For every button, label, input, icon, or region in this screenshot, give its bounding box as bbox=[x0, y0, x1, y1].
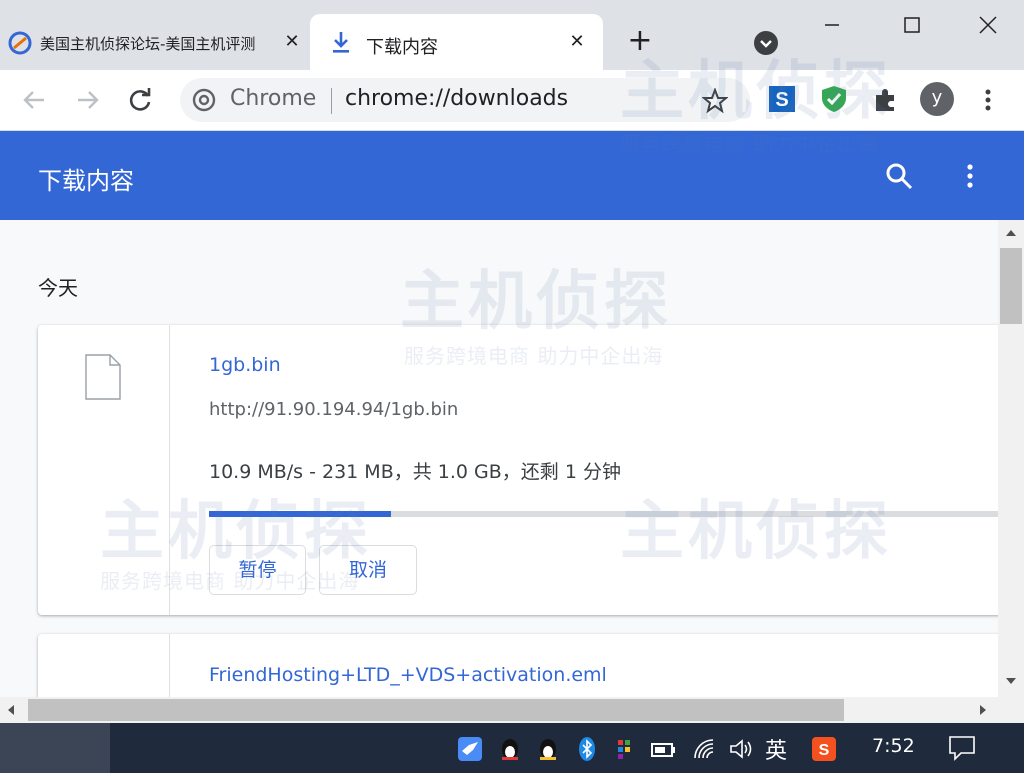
horizontal-scrollbar[interactable] bbox=[0, 697, 1024, 723]
qq-icon[interactable] bbox=[535, 736, 561, 762]
file-name-link[interactable]: FriendHosting+LTD_+VDS+activation.eml bbox=[209, 664, 607, 686]
page-title: 下载内容 bbox=[38, 167, 134, 195]
section-header: 今天 bbox=[38, 276, 78, 300]
notification-icon[interactable] bbox=[948, 735, 976, 761]
tab-strip: 美国主机侦探论坛-美国主机评测 ✕ 下载内容 ✕ + bbox=[0, 0, 1024, 70]
extension-s-icon[interactable]: S bbox=[768, 85, 796, 113]
file-icon bbox=[85, 354, 121, 400]
chrome-icon bbox=[192, 88, 216, 112]
search-icon[interactable] bbox=[884, 161, 914, 191]
scroll-left-icon[interactable] bbox=[2, 701, 20, 719]
window-close-icon[interactable] bbox=[968, 8, 1008, 42]
star-icon[interactable] bbox=[702, 88, 728, 114]
more-vert-icon[interactable] bbox=[978, 84, 998, 116]
progress-fill bbox=[209, 511, 391, 517]
browser-favicon-icon bbox=[8, 31, 32, 55]
avatar[interactable]: y bbox=[920, 82, 954, 116]
omnibox-separator bbox=[331, 88, 332, 114]
close-icon[interactable]: ✕ bbox=[278, 28, 306, 56]
file-name-link[interactable]: 1gb.bin bbox=[209, 354, 281, 376]
svg-text:S: S bbox=[775, 89, 788, 111]
scroll-right-icon[interactable] bbox=[974, 701, 992, 719]
bluetooth-icon[interactable] bbox=[574, 736, 600, 762]
scrollbar-thumb[interactable] bbox=[1000, 248, 1022, 324]
tab-forum[interactable]: 美国主机侦探论坛-美国主机评测 ✕ bbox=[0, 14, 305, 70]
close-icon[interactable]: ✕ bbox=[563, 28, 591, 56]
card-divider bbox=[169, 634, 170, 697]
cancel-button[interactable]: 取消 bbox=[319, 545, 417, 595]
scroll-down-icon[interactable] bbox=[998, 672, 1024, 690]
tab-search-icon[interactable] bbox=[754, 31, 778, 55]
download-icon bbox=[333, 32, 349, 53]
downloads-header: 下载内容 bbox=[0, 131, 1024, 220]
tab-title: 美国主机侦探论坛-美国主机评测 bbox=[40, 35, 256, 53]
omnibox-chip-label: Chrome bbox=[230, 86, 317, 111]
download-status: 10.9 MB/s - 231 MB，共 1.0 GB，还剩 1 分钟 bbox=[209, 461, 621, 483]
taskbar-app-button[interactable] bbox=[0, 723, 110, 773]
app-grid-icon[interactable] bbox=[612, 736, 638, 762]
clock[interactable]: 7:52 bbox=[872, 735, 915, 757]
scrollbar-thumb[interactable] bbox=[28, 699, 844, 721]
sogou-icon[interactable]: S bbox=[811, 736, 837, 762]
qq-icon[interactable] bbox=[497, 736, 523, 762]
omnibox[interactable]: Chrome chrome://downloads bbox=[180, 78, 750, 122]
forward-icon[interactable] bbox=[72, 84, 104, 116]
omnibox-url[interactable]: chrome://downloads bbox=[345, 86, 568, 111]
puzzle-icon[interactable] bbox=[872, 85, 900, 113]
volume-icon[interactable] bbox=[728, 736, 754, 762]
download-item: FriendHosting+LTD_+VDS+activation.eml bbox=[38, 634, 998, 697]
svg-text:S: S bbox=[819, 742, 830, 759]
bird-icon[interactable] bbox=[457, 736, 483, 762]
input-method-indicator[interactable]: 英 bbox=[765, 733, 787, 765]
download-item: 1gb.bin http://91.90.194.94/1gb.bin 10.9… bbox=[38, 325, 998, 615]
more-vert-icon[interactable] bbox=[960, 161, 980, 191]
downloads-list: 今天 1gb.bin http://91.90.194.94/1gb.bin 1… bbox=[0, 220, 998, 697]
vertical-scrollbar[interactable] bbox=[998, 220, 1024, 697]
shield-check-icon[interactable] bbox=[820, 85, 848, 113]
scroll-up-icon[interactable] bbox=[998, 224, 1024, 242]
taskbar: 英 S 7:52 bbox=[0, 723, 1024, 773]
plus-icon[interactable]: + bbox=[624, 26, 656, 58]
browser-toolbar: Chrome chrome://downloads S y bbox=[0, 70, 1024, 131]
battery-icon[interactable] bbox=[650, 736, 676, 762]
card-divider bbox=[169, 325, 170, 615]
tab-downloads[interactable]: 下载内容 ✕ bbox=[310, 14, 603, 70]
reload-icon[interactable] bbox=[124, 84, 156, 116]
back-icon[interactable] bbox=[18, 84, 50, 116]
tab-title: 下载内容 bbox=[366, 37, 438, 58]
minimize-icon[interactable] bbox=[812, 8, 852, 42]
wifi-icon[interactable] bbox=[692, 736, 718, 762]
pause-button[interactable]: 暂停 bbox=[209, 545, 306, 595]
progress-bar bbox=[209, 511, 998, 517]
file-source-url[interactable]: http://91.90.194.94/1gb.bin bbox=[209, 399, 458, 420]
maximize-icon[interactable] bbox=[892, 8, 932, 42]
